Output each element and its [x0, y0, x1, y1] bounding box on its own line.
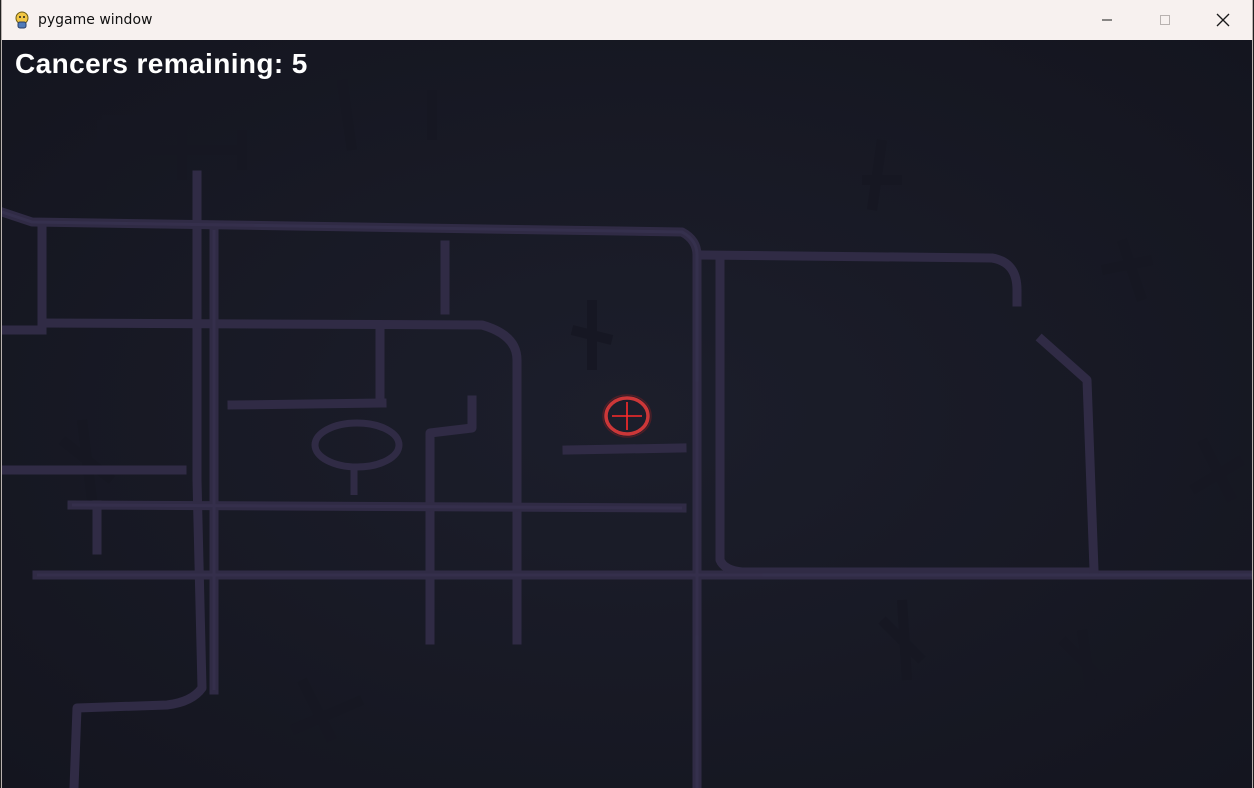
pygame-snake-icon — [15, 11, 29, 29]
maximize-icon — [1160, 15, 1170, 25]
title-bar[interactable]: pygame window — [2, 0, 1252, 40]
window-title: pygame window — [38, 12, 153, 28]
cancers-remaining-counter: Cancers remaining: 5 — [15, 48, 308, 79]
window-controls — [1078, 0, 1252, 40]
game-canvas[interactable]: Cancers remaining: 5 — [2, 40, 1252, 788]
close-button[interactable] — [1194, 0, 1252, 40]
crosshair-icon — [602, 394, 652, 438]
minimize-button[interactable] — [1078, 0, 1136, 40]
app-window: pygame window Cancers remaining: 5 — [2, 0, 1252, 788]
minimize-icon — [1102, 19, 1112, 21]
maximize-button[interactable] — [1136, 0, 1194, 40]
close-icon — [1216, 13, 1230, 27]
